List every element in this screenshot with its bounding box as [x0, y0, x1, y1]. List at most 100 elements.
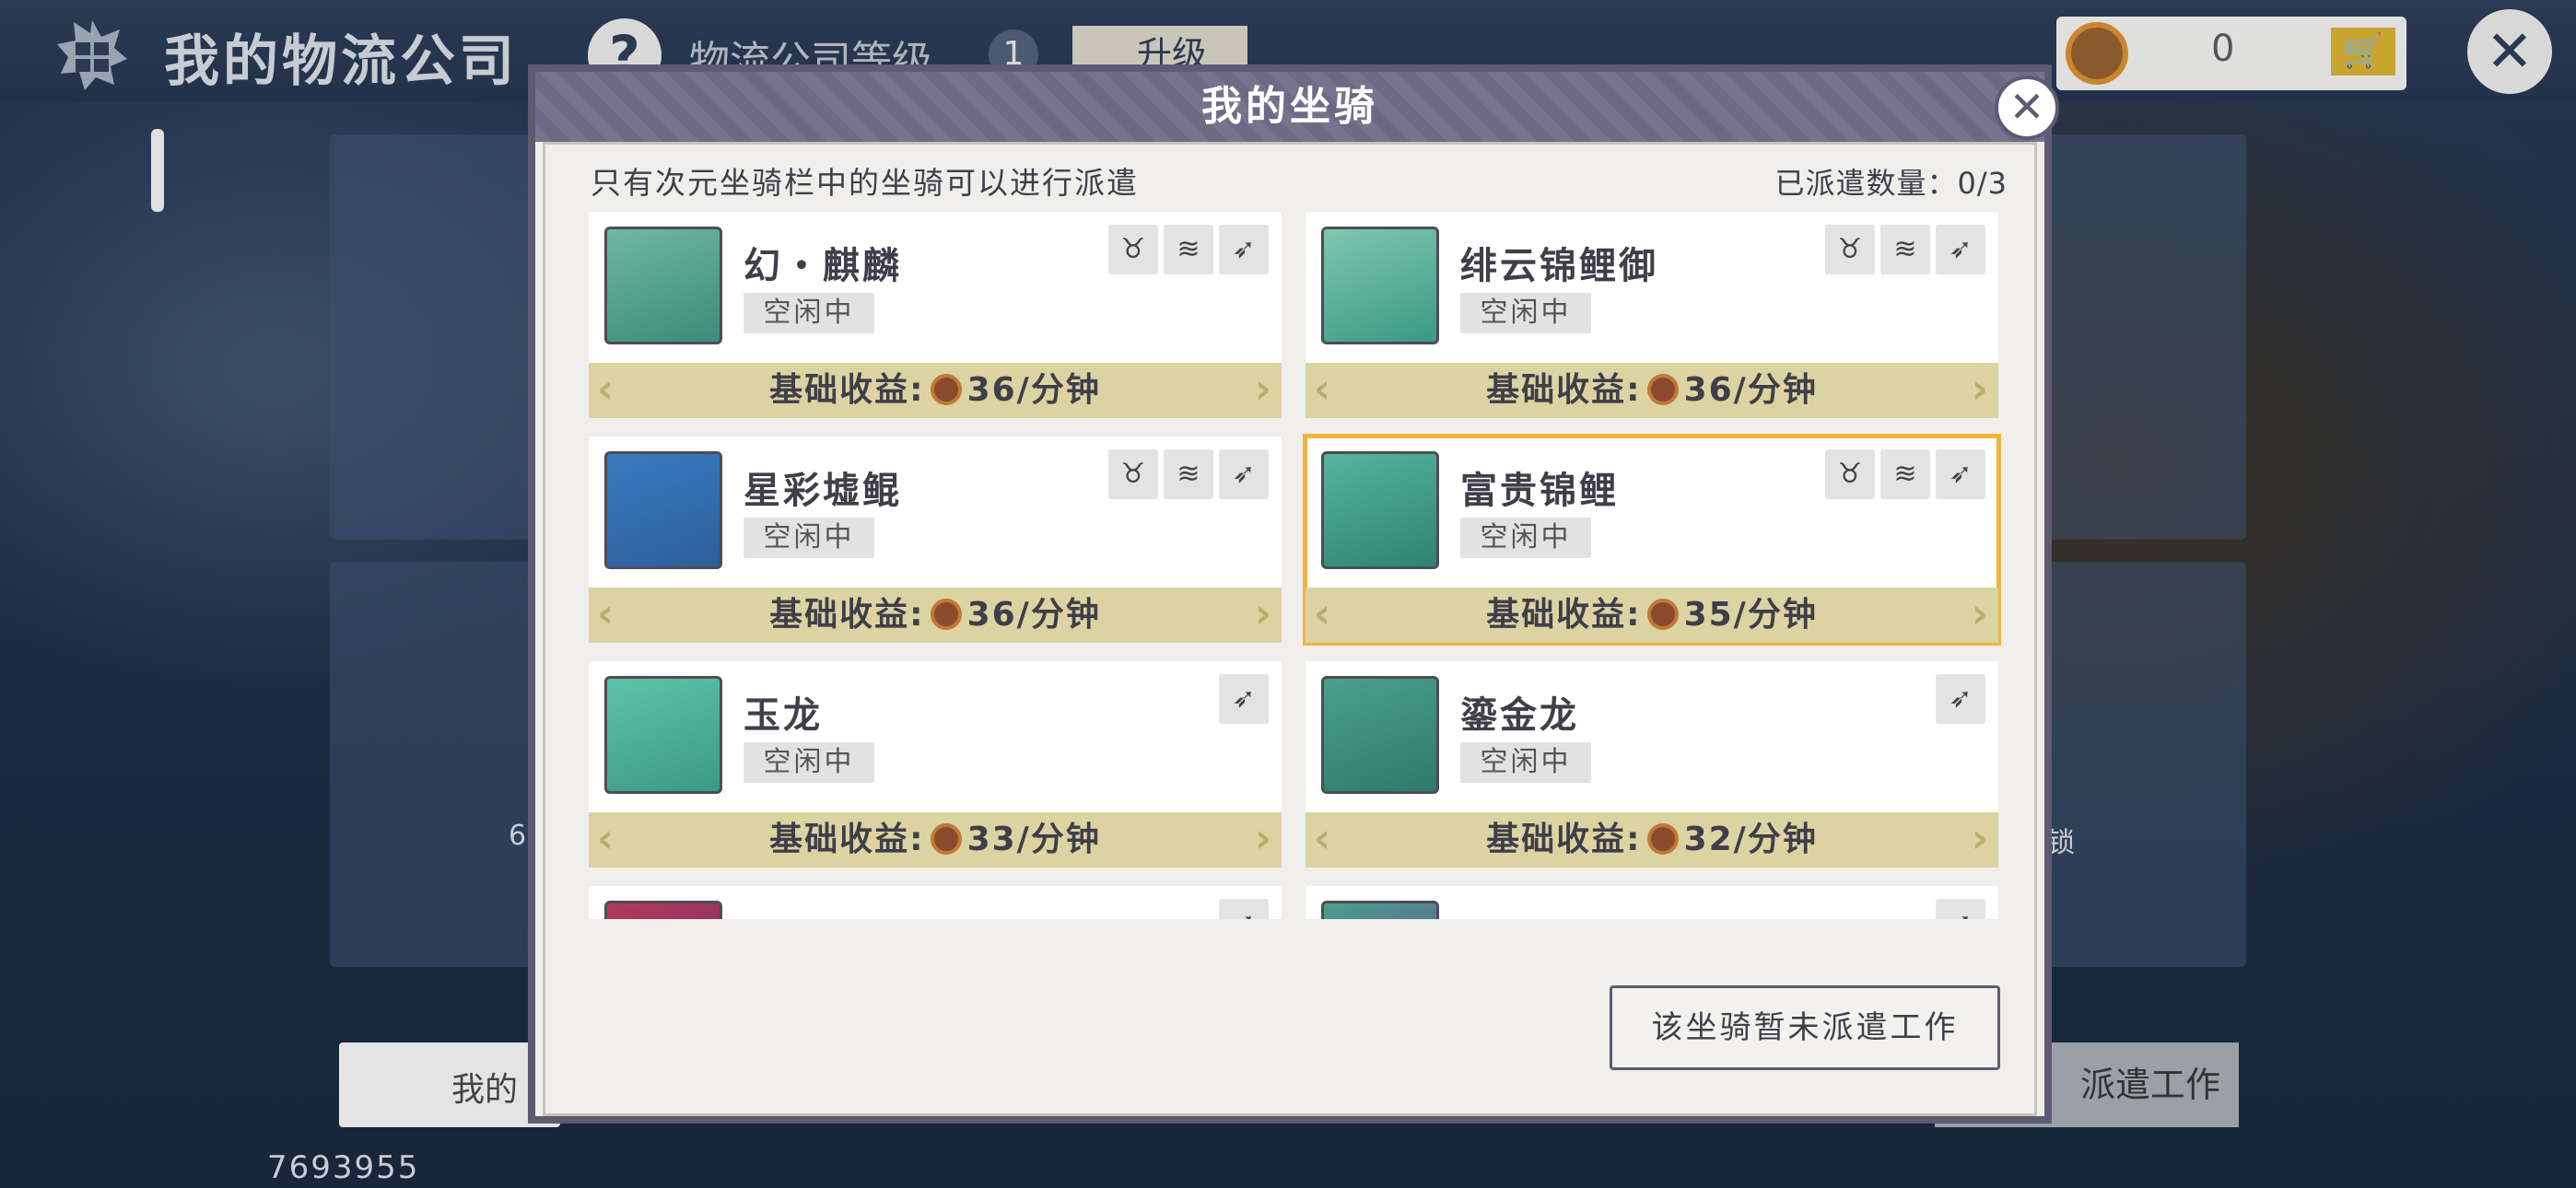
water-mount-icon: ≋ — [1880, 449, 1930, 499]
mount-type-tags: ➶ — [1930, 674, 1985, 724]
mount-status-badge: 空闲中 — [1460, 742, 1591, 783]
mount-card[interactable]: 玉龙 空闲中 ➶ ‹ 基础收益: 33/分钟 › — [589, 661, 1282, 868]
mount-status-badge: 空闲中 — [744, 518, 874, 558]
mount-type-tags: ♉ ≋ ➶ — [1103, 225, 1269, 274]
my-mount-bar[interactable]: 我的 — [339, 1042, 560, 1127]
coin-icon — [1646, 374, 1679, 405]
mount-card[interactable]: ➶ — [589, 886, 1282, 919]
mount-name: 玉龙 — [744, 694, 823, 737]
mount-portrait — [1321, 901, 1439, 919]
mount-income-bar: ‹ 基础收益: 33/分钟 › — [589, 812, 1282, 868]
flight-mount-icon: ➶ — [1219, 449, 1269, 499]
dialog-title: 我的坐骑 — [1201, 83, 1378, 130]
dispatch-count: 已派遣数量：0/3 — [1774, 166, 2008, 201]
mount-list[interactable]: 幻・麒麟 空闲中 ♉ ≋ ➶ ‹ 基础收益: 36/分钟 › 绯云锦鲤御 空闲中 ♉ ≋ ➶ ‹ 基础收益: 3… — [589, 212, 2008, 919]
ground-mount-icon: ♉ — [1108, 449, 1158, 499]
ground-mount-icon: ♉ — [1108, 225, 1158, 274]
chevron-left-icon: ‹ — [596, 590, 616, 637]
mount-card[interactable]: 幻・麒麟空闲中 ♉ ≋ ➶ ‹ 基础收益: 36/分钟 › — [589, 212, 1282, 418]
my-mounts-dialog: 我的坐骑 ✕ 只有次元坐骑栏中的坐骑可以进行派遣 已派遣数量：0/3 幻・麒麟空… — [528, 64, 2059, 1124]
chevron-left-icon: ‹ — [1313, 815, 1333, 862]
mount-type-tags: ♉ ≋ ➶ — [1820, 225, 1985, 274]
mount-status-badge: 空闲中 — [744, 742, 874, 783]
mount-name: 绯云锦鲤御 — [1460, 245, 1658, 287]
flight-mount-icon: ➶ — [1936, 225, 1985, 274]
mount-card[interactable]: 星彩墟鲲空闲中 ♉ ≋ ➶ ‹ 基础收益: 36/分钟 › — [589, 437, 1282, 643]
dialog-header: 我的坐骑 — [535, 72, 2044, 142]
background-side-text-left: 6 — [509, 820, 527, 852]
mount-type-tags: ➶ — [1213, 899, 1269, 919]
mount-income-bar: ‹ 基础收益: 36/分钟 › — [1306, 363, 1998, 418]
mount-income-bar: ‹ 基础收益: 36/分钟 › — [589, 363, 1282, 418]
income-value: 35/分钟 — [1683, 596, 1818, 634]
flight-mount-icon: ➶ — [1936, 449, 1985, 499]
not-dispatched-button[interactable]: 该坐骑暂未派遣工作 — [1610, 985, 2000, 1070]
flight-mount-icon: ➶ — [1219, 899, 1269, 919]
mount-name: 富贵锦鲤 — [1460, 470, 1619, 512]
mount-portrait — [1321, 676, 1439, 794]
user-id: 7693955 — [267, 1149, 420, 1186]
mount-type-tags: ♉ ≋ ➶ — [1103, 449, 1269, 499]
scroll-indicator — [151, 129, 164, 212]
mount-name: 幻・麒麟 — [744, 245, 902, 287]
mount-card[interactable]: 鎏金龙空闲中 ➶ ‹ 基础收益: 32/分钟 › — [1306, 661, 1998, 868]
income-label: 基础收益: — [769, 371, 925, 409]
mount-income-bar: ‹ 基础收益: 36/分钟 › — [589, 588, 1282, 643]
close-page-button[interactable]: ✕ — [2467, 9, 2552, 94]
mount-card[interactable]: 富贵锦鲤 空闲中 ♉ ≋ ➶ ‹ 基础收益: 35/分钟 › — [1303, 434, 2001, 646]
chevron-left-icon: ‹ — [596, 366, 616, 413]
mount-card[interactable]: ➶ — [1306, 886, 1998, 919]
flight-mount-icon: ➶ — [1936, 674, 1985, 724]
income-label: 基础收益: — [1486, 821, 1642, 858]
mount-portrait — [604, 227, 722, 344]
mount-status-badge: 空闲中 — [1460, 518, 1591, 558]
logistics-logo-icon — [57, 20, 127, 90]
chevron-right-icon: › — [1254, 590, 1274, 637]
coin-icon — [1646, 599, 1679, 630]
ground-mount-icon: ♉ — [1825, 449, 1875, 499]
chevron-right-icon: › — [1971, 815, 1991, 862]
coin-icon — [930, 823, 962, 855]
water-mount-icon: ≋ — [1164, 449, 1213, 499]
water-mount-icon: ≋ — [1164, 225, 1213, 274]
mount-card[interactable]: 绯云锦鲤御空闲中 ♉ ≋ ➶ ‹ 基础收益: 36/分钟 › — [1306, 212, 1998, 418]
chevron-right-icon: › — [1971, 590, 1991, 637]
page-title: 我的物流公司 — [164, 29, 518, 94]
mount-status-badge: 空闲中 — [1460, 293, 1591, 333]
mount-portrait — [1321, 227, 1439, 344]
income-label: 基础收益: — [1486, 596, 1642, 634]
dispatch-notice: 只有次元坐骑栏中的坐骑可以进行派遣 — [591, 165, 1139, 201]
coin-icon — [2066, 22, 2128, 85]
income-value: 36/分钟 — [1683, 371, 1818, 409]
mount-portrait — [604, 451, 722, 569]
mount-portrait — [1321, 451, 1439, 569]
coin-icon — [930, 374, 962, 405]
coin-value: 0 — [2211, 28, 2235, 70]
coin-icon — [1646, 823, 1679, 855]
mount-name: 星彩墟鲲 — [744, 470, 902, 512]
water-mount-icon: ≋ — [1880, 225, 1930, 274]
mount-portrait — [604, 676, 722, 794]
mount-type-tags: ♉ ≋ ➶ — [1820, 449, 1985, 499]
mount-name: 鎏金龙 — [1460, 694, 1579, 737]
chevron-right-icon: › — [1254, 366, 1274, 413]
income-label: 基础收益: — [769, 596, 925, 634]
chevron-left-icon: ‹ — [596, 815, 616, 862]
income-value: 36/分钟 — [966, 371, 1101, 409]
mount-portrait — [604, 901, 722, 919]
shop-cart-icon[interactable]: 🛒 — [2331, 28, 2395, 76]
chevron-left-icon: ‹ — [1313, 366, 1333, 413]
mount-status-badge: 空闲中 — [744, 293, 874, 333]
chevron-right-icon: › — [1971, 366, 1991, 413]
income-value: 36/分钟 — [966, 596, 1101, 634]
dialog-close-button[interactable]: ✕ — [1995, 76, 2059, 140]
coin-icon — [930, 599, 962, 630]
income-label: 基础收益: — [769, 821, 925, 858]
income-label: 基础收益: — [1486, 371, 1642, 409]
income-value: 32/分钟 — [1683, 821, 1818, 858]
flight-mount-icon: ➶ — [1219, 674, 1269, 724]
mount-type-tags: ➶ — [1213, 674, 1269, 724]
income-value: 33/分钟 — [966, 821, 1101, 858]
flight-mount-icon: ➶ — [1219, 225, 1269, 274]
my-label: 我的 — [451, 1071, 519, 1109]
